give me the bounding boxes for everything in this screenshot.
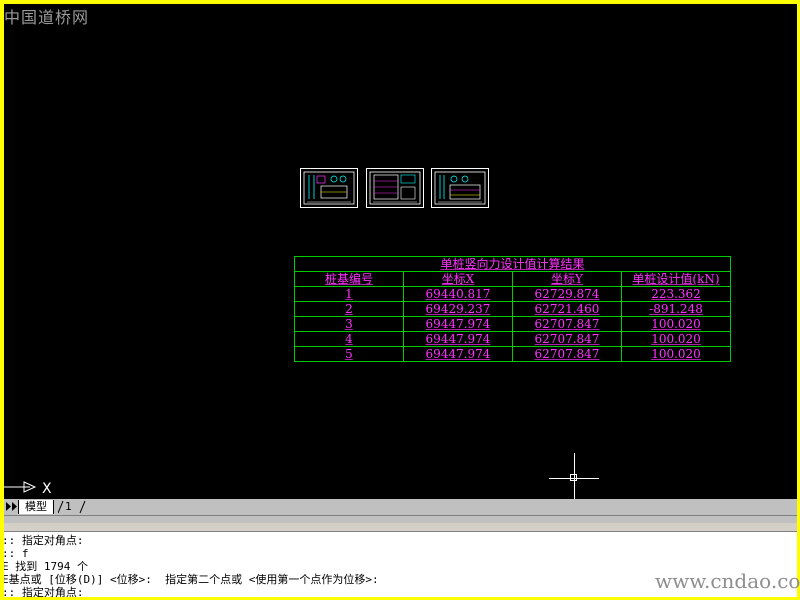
table-cell: 69440.817	[403, 286, 513, 302]
table-cell: 69447.974	[403, 331, 513, 347]
table-cell: 3	[294, 316, 404, 332]
table-cell: 100.020	[621, 331, 731, 347]
table-cell: -891.248	[621, 301, 731, 317]
table-cell: 100.020	[621, 316, 731, 332]
column-header: 坐标X	[403, 271, 513, 287]
table-row: 3 69447.974 62707.847 100.020	[294, 316, 731, 332]
watermark-bottom: www.cndao.com	[655, 569, 800, 593]
drawing-thumbnail-2[interactable]	[366, 168, 424, 208]
table-cell: 62721.460	[512, 301, 622, 317]
window-frame: 单桩竖向力设计值计算结果 桩基编号 坐标X 坐标Y 单桩设计值(kN) 1 69…	[0, 0, 800, 600]
table-cell: 2	[294, 301, 404, 317]
thumbnail-sketch	[369, 171, 421, 205]
column-header: 桩基编号	[294, 271, 404, 287]
table-cell: 62707.847	[512, 331, 622, 347]
command-history-line: :: f	[4, 547, 29, 560]
table-cell: 62707.847	[512, 346, 622, 362]
table-cell: 69429.237	[403, 301, 513, 317]
command-history-line: E 找到 1794 个	[4, 560, 88, 573]
crosshair-pickbox	[570, 474, 577, 481]
drawing-thumbnail-1[interactable]	[300, 168, 358, 208]
table-cell: 69447.974	[403, 346, 513, 362]
table-title-row: 单桩竖向力设计值计算结果	[294, 256, 731, 272]
ucs-icon: X	[4, 481, 52, 497]
table-cell: 4	[294, 331, 404, 347]
thumbnail-sketch	[434, 171, 486, 205]
column-header: 单桩设计值(kN)	[621, 271, 731, 287]
command-history-line: E基点或 [位移(D)] <位移>: 指定第二个点或 <使用第一个点作为位移>:	[4, 573, 379, 586]
table-header-row: 桩基编号 坐标X 坐标Y 单桩设计值(kN)	[294, 271, 731, 287]
table-cell: 100.020	[621, 346, 731, 362]
table-row: 4 69447.974 62707.847 100.020	[294, 331, 731, 347]
table-cell: 62707.847	[512, 316, 622, 332]
table-title: 单桩竖向力设计值计算结果	[294, 256, 731, 272]
thumbnail-sketch	[303, 171, 355, 205]
command-prompt-line[interactable]: :: 指定对角点:	[4, 586, 84, 597]
pile-force-table[interactable]: 单桩竖向力设计值计算结果 桩基编号 坐标X 坐标Y 单桩设计值(kN) 1 69…	[294, 256, 731, 362]
table-cell: 223.362	[621, 286, 731, 302]
command-window-splitter[interactable]	[4, 523, 797, 532]
ucs-axis-label: X	[42, 481, 52, 497]
drawing-canvas[interactable]: 单桩竖向力设计值计算结果 桩基编号 坐标X 坐标Y 单桩设计值(kN) 1 69…	[4, 4, 797, 499]
tab-outline	[58, 500, 86, 514]
table-row: 5 69447.974 62707.847 100.020	[294, 346, 731, 362]
table-cell: 69447.974	[403, 316, 513, 332]
tab-next-arrow-icon[interactable]	[11, 501, 18, 512]
table-cell: 5	[294, 346, 404, 362]
layout-tab-bar: 模型 1	[4, 499, 797, 515]
table-row: 1 69440.817 62729.874 223.362	[294, 286, 731, 302]
drawing-thumbnail-3[interactable]	[431, 168, 489, 208]
tab-model[interactable]: 模型	[18, 500, 54, 514]
table-row: 2 69429.237 62721.460 -891.248	[294, 301, 731, 317]
column-header: 坐标Y	[512, 271, 622, 287]
watermark-top: 中国道桥网	[4, 8, 90, 27]
table-cell: 62729.874	[512, 286, 622, 302]
command-history-line: :: 指定对角点:	[4, 534, 84, 547]
table-cell: 1	[294, 286, 404, 302]
